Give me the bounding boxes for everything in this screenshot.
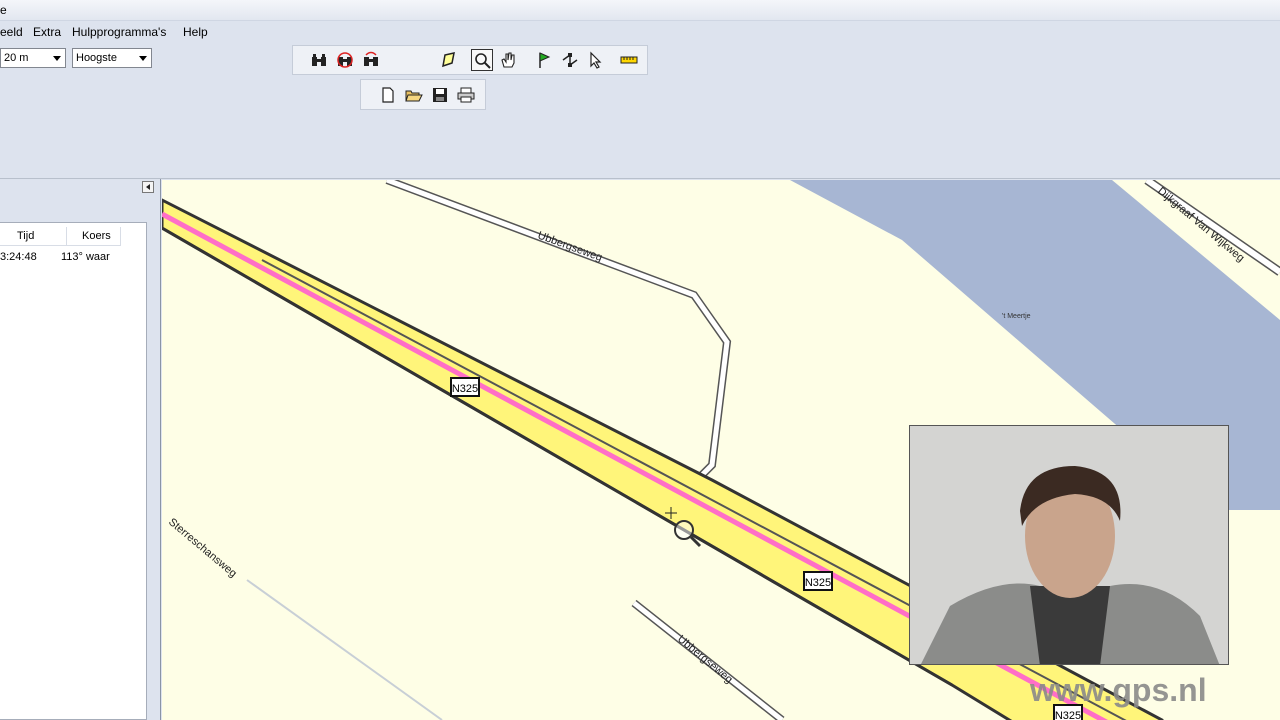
measure-tool-button[interactable] <box>618 49 640 71</box>
route-tool-button[interactable] <box>559 49 581 71</box>
hand-icon <box>501 52 515 68</box>
webcam-overlay <box>909 425 1229 665</box>
printer-icon <box>457 87 475 103</box>
map-label-meertje: 't Meertje <box>1002 313 1031 320</box>
chevron-left-icon <box>146 184 150 190</box>
ruler-icon <box>620 56 638 64</box>
menu-bar: eeld Extra Hulpprogramma's Help <box>0 21 1280 43</box>
open-file-button[interactable] <box>403 84 425 106</box>
column-header-heading[interactable]: Koers <box>67 227 121 246</box>
detail-dropdown[interactable]: Hoogste <box>72 48 152 68</box>
chevron-down-icon <box>53 56 61 61</box>
area-select-button[interactable] <box>438 49 460 71</box>
svg-text:N325: N325 <box>452 383 478 395</box>
svg-text:N325: N325 <box>1055 710 1081 720</box>
menu-view[interactable]: eeld <box>0 25 23 39</box>
find-near-button[interactable] <box>334 49 356 71</box>
route-shield-n325: N325 <box>803 571 833 591</box>
cursor-arrow-icon <box>590 51 602 69</box>
detail-dropdown-value: Hoogste <box>76 52 117 64</box>
presenter-video <box>910 426 1228 664</box>
route-row-heading[interactable]: 113° waar <box>61 251 110 263</box>
route-list[interactable] <box>0 222 147 720</box>
magnifier-icon <box>475 53 491 69</box>
collapse-panel-button[interactable] <box>142 181 154 193</box>
menu-extra[interactable]: Extra <box>33 25 61 39</box>
binoculars-route-icon <box>364 51 378 66</box>
binoculars-target-icon <box>337 52 353 68</box>
folder-open-icon <box>405 90 423 102</box>
scale-dropdown[interactable]: 20 m <box>0 48 66 68</box>
new-document-icon <box>382 87 394 103</box>
pan-tool-button[interactable] <box>497 49 519 71</box>
flag-icon <box>539 52 551 68</box>
zoom-tool-button[interactable] <box>471 49 493 71</box>
menu-utilities[interactable]: Hulpprogramma's <box>72 25 166 39</box>
tools-toolbar <box>292 45 648 75</box>
find-button[interactable] <box>308 49 330 71</box>
print-button[interactable] <box>455 84 477 106</box>
title-bar: e <box>0 0 1280 21</box>
watermark: www.gps.nl <box>1030 672 1207 708</box>
find-route-button[interactable] <box>360 49 382 71</box>
scale-dropdown-value: 20 m <box>4 52 29 64</box>
route-row-time[interactable]: 3:24:48 <box>0 251 37 263</box>
waypoint-tool-button[interactable] <box>533 49 555 71</box>
polygon-icon <box>442 52 455 68</box>
save-file-button[interactable] <box>429 84 451 106</box>
binoculars-icon <box>312 54 326 66</box>
window-title: e <box>0 3 7 17</box>
route-shield-n325: N325 <box>450 377 480 397</box>
menu-help[interactable]: Help <box>183 25 208 39</box>
file-toolbar <box>360 79 486 110</box>
new-file-button[interactable] <box>377 84 399 106</box>
select-tool-button[interactable] <box>585 49 607 71</box>
column-header-time[interactable]: Tijd <box>0 227 67 246</box>
floppy-disk-icon <box>433 88 447 102</box>
chevron-down-icon <box>139 56 147 61</box>
route-nodes-icon <box>562 53 578 67</box>
svg-text:N325: N325 <box>805 577 831 589</box>
